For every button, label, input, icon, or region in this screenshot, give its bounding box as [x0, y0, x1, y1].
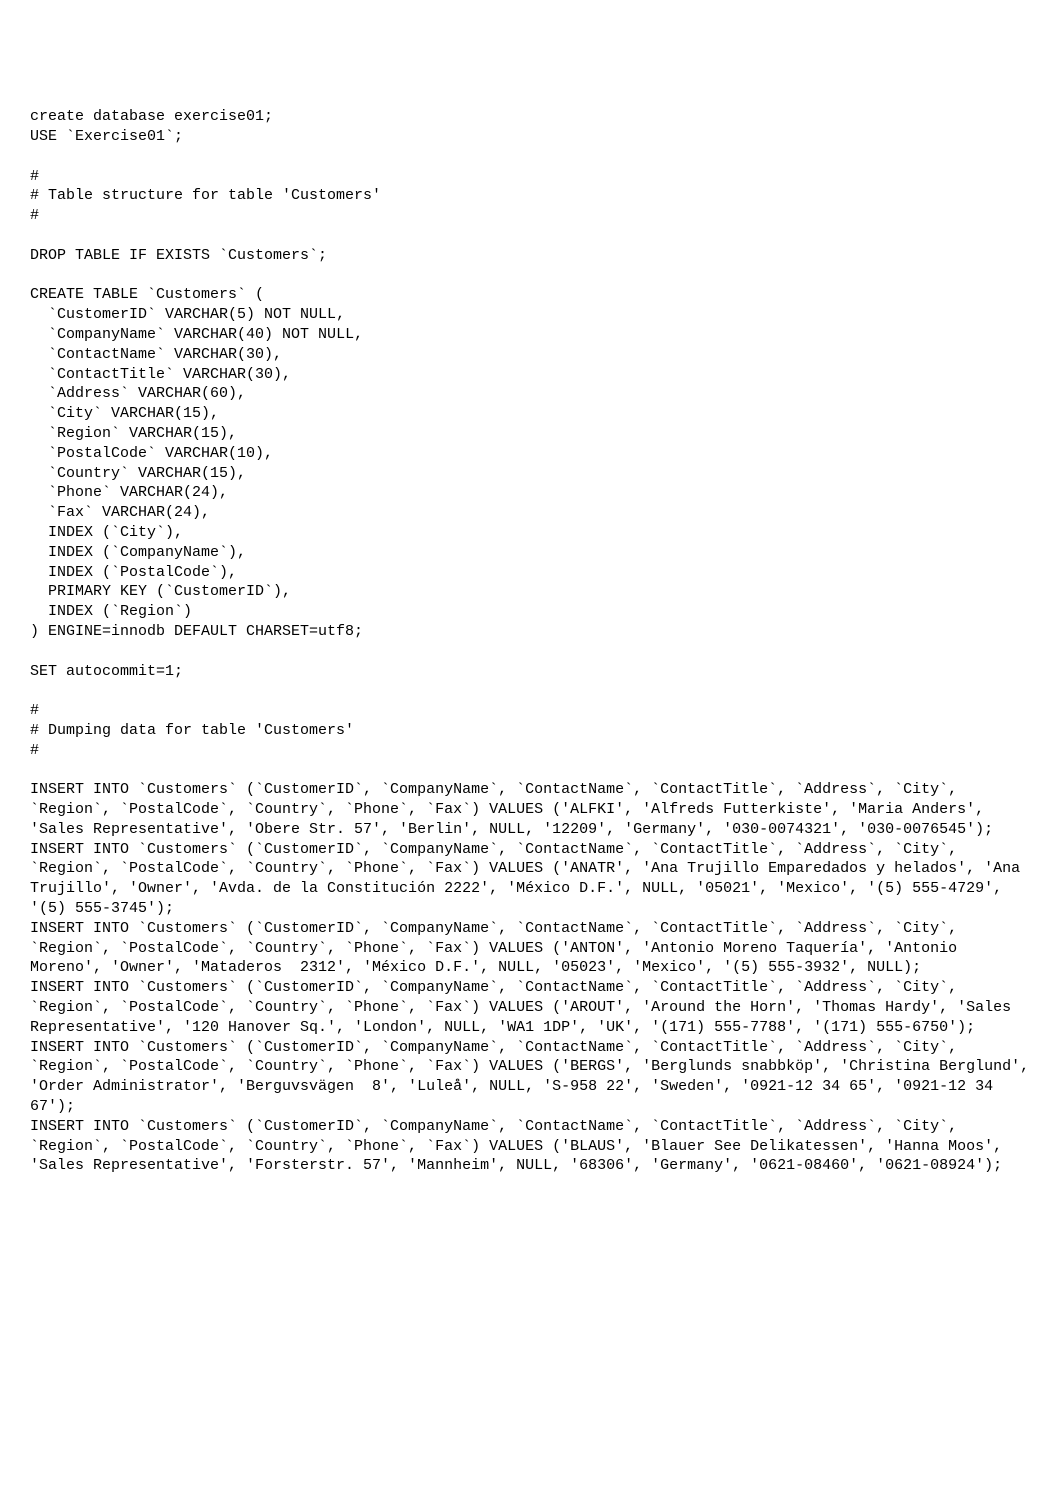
sql-document-text: create database exercise01; USE `Exercis… [30, 107, 1032, 1176]
